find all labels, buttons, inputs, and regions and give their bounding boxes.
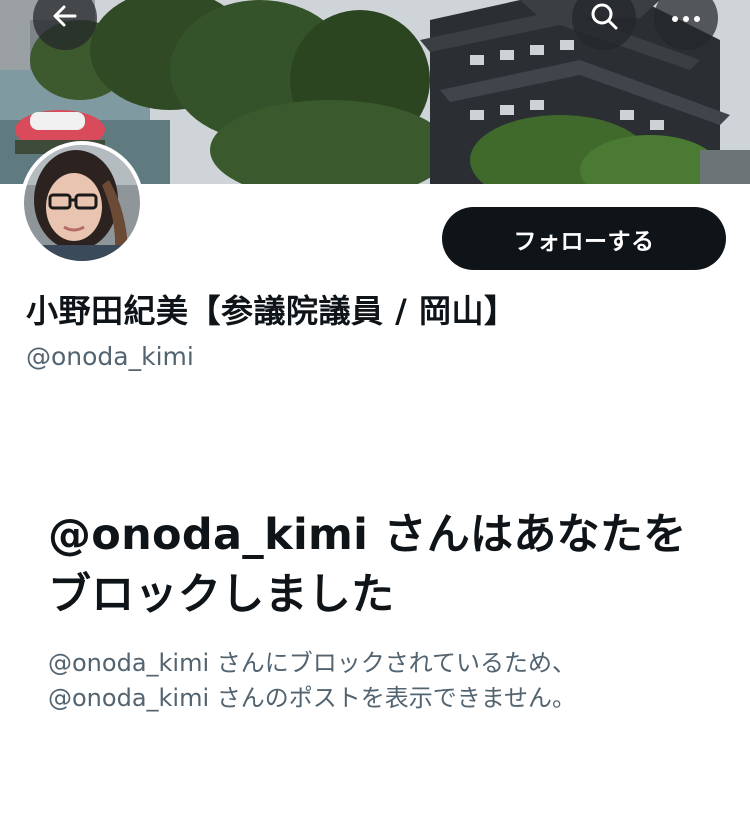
blocked-description-line-1: @onoda_kimi さんにブロックされているため、 xyxy=(48,649,577,677)
blocked-title: @onoda_kimi さんはあなたをブロックしました xyxy=(48,510,687,620)
blocked-description: @onoda_kimi さんにブロックされているため、 @onoda_kimi … xyxy=(48,646,708,716)
blocked-description-line-2: @onoda_kimi さんのポストを表示できません。 xyxy=(48,684,577,712)
profile-display-name: 小野田紀美【参議院議員 / 岡山】 xyxy=(26,292,517,330)
arrow-left-icon xyxy=(51,2,79,34)
follow-button[interactable]: フォローする xyxy=(442,207,726,270)
profile-handle: @onoda_kimi xyxy=(26,342,194,371)
more-horizontal-icon xyxy=(671,9,701,28)
follow-button-label: フォローする xyxy=(513,228,655,255)
profile-avatar[interactable] xyxy=(20,141,144,265)
avatar-image xyxy=(24,145,140,261)
search-icon xyxy=(589,1,619,35)
